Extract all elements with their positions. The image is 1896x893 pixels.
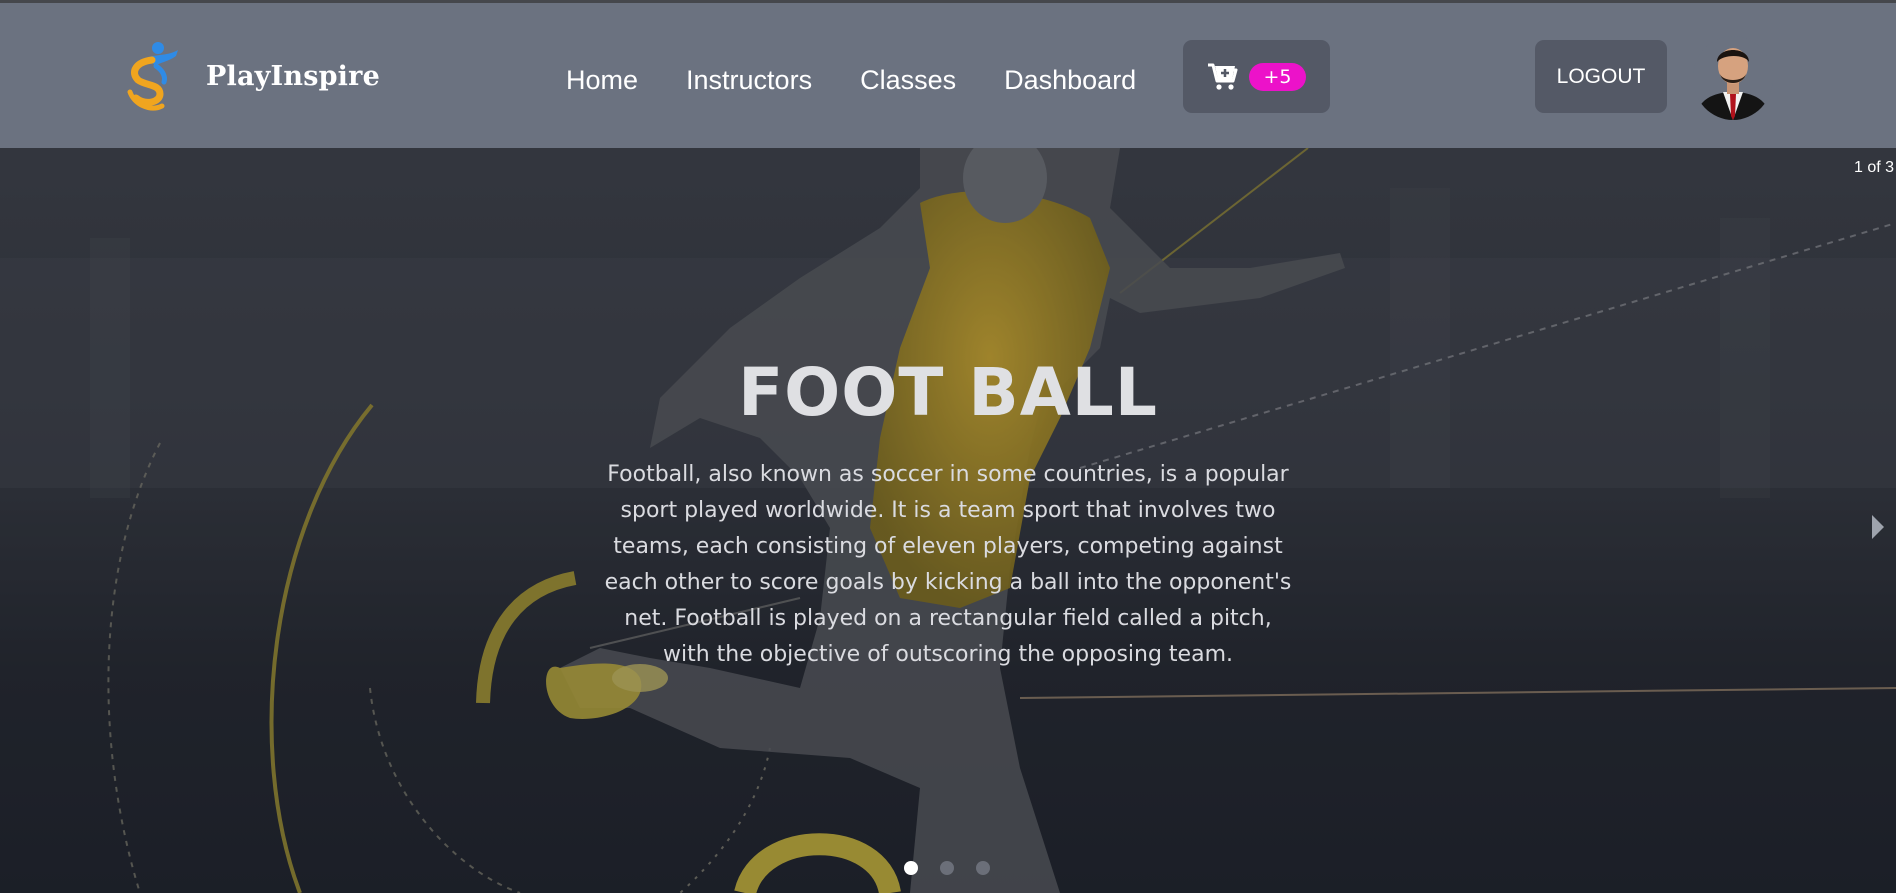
cart-plus-icon bbox=[1208, 63, 1238, 90]
hero-carousel: 1 of 3 FOOT BALL Football, also known as… bbox=[0, 148, 1896, 893]
caret-right-icon[interactable] bbox=[1872, 515, 1884, 539]
logout-button[interactable]: LOGOUT bbox=[1535, 40, 1667, 113]
carousel-dots bbox=[904, 861, 1012, 875]
user-avatar-icon bbox=[1693, 36, 1773, 120]
main-nav: Home Instructors Classes Dashboard bbox=[566, 58, 1184, 102]
carousel-dot-3[interactable] bbox=[976, 861, 990, 875]
brand-name: PlayInspire bbox=[206, 60, 380, 92]
nav-instructors[interactable]: Instructors bbox=[686, 65, 812, 96]
nav-dashboard[interactable]: Dashboard bbox=[1004, 65, 1136, 96]
carousel-dot-1[interactable] bbox=[904, 861, 918, 875]
athlete-logo-icon bbox=[127, 42, 178, 111]
hero-title: FOOT BALL bbox=[738, 354, 1158, 431]
hero-description: Football, also known as soccer in some c… bbox=[604, 462, 1292, 667]
nav-classes[interactable]: Classes bbox=[860, 65, 956, 96]
avatar[interactable] bbox=[1693, 36, 1773, 120]
carousel-dot-2[interactable] bbox=[940, 861, 954, 875]
cart-count-badge: +5 bbox=[1249, 62, 1306, 91]
brand[interactable]: PlayInspire bbox=[116, 36, 380, 116]
slide-counter: 1 of 3 bbox=[1853, 159, 1894, 176]
navbar: PlayInspire Home Instructors Classes Das… bbox=[0, 3, 1896, 148]
nav-home[interactable]: Home bbox=[566, 65, 638, 96]
hero-caption: FOOT BALL Football, also known as soccer… bbox=[595, 353, 1301, 673]
cart-button[interactable]: +5 bbox=[1183, 40, 1330, 113]
